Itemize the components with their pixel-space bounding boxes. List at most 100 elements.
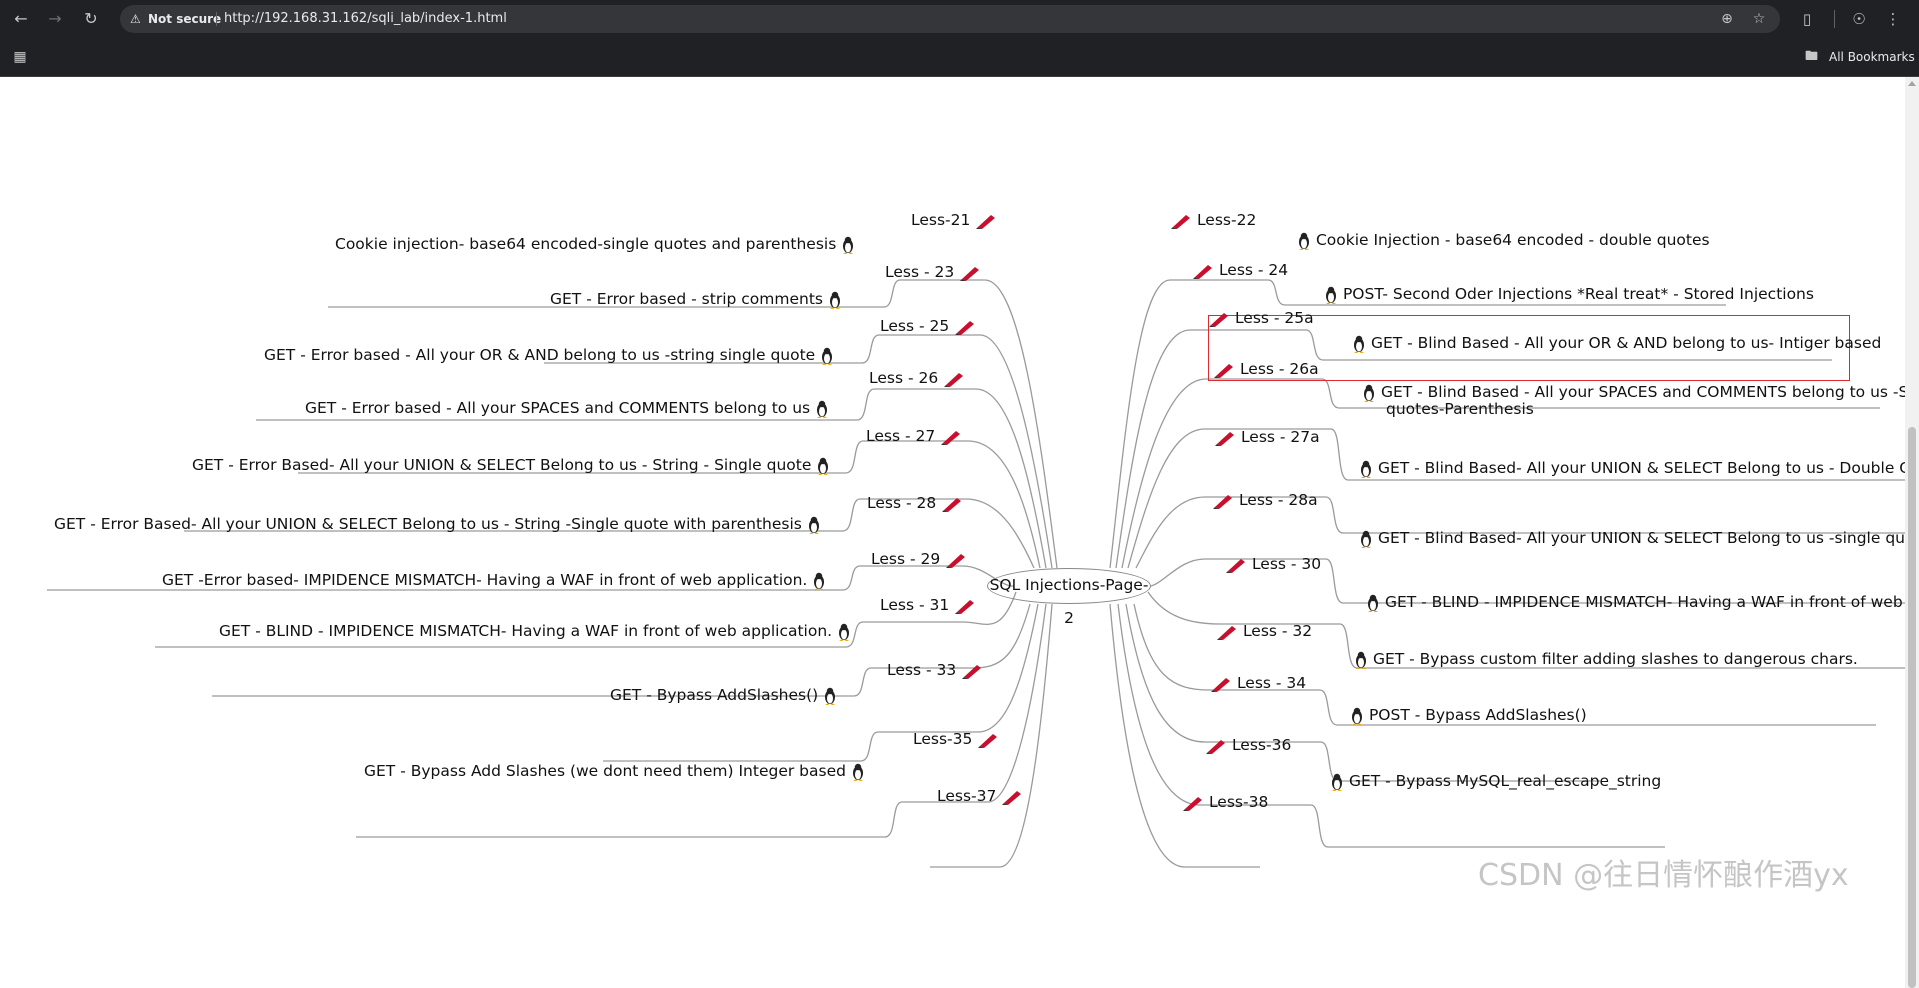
- lesson-node-less-30[interactable]: Less - 30: [1225, 554, 1321, 574]
- desc-label: GET - Blind Based - All your SPACES and …: [1380, 383, 1905, 401]
- pencil-icon: [978, 733, 998, 748]
- tux-icon: [814, 572, 825, 590]
- connector: [1320, 496, 1905, 534]
- reload-icon[interactable]: ↻: [80, 8, 102, 30]
- lesson-desc-less-29[interactable]: GET -Error based- IMPIDENCE MISMATCH- Ha…: [162, 571, 826, 590]
- address-bar[interactable]: ⚠ Not secure http://192.168.31.162/sqli_…: [120, 5, 1780, 33]
- lesson-label: Less - 32: [1242, 622, 1313, 640]
- desc-label: GET - Bypass MySQL_real_escape_string: [1348, 772, 1662, 790]
- lesson-node-less-37[interactable]: Less-37: [937, 786, 1023, 806]
- lesson-node-less-31[interactable]: Less - 31: [880, 595, 976, 615]
- lesson-node-less-23[interactable]: Less - 23: [885, 262, 981, 282]
- scrollbar-thumb[interactable]: [1908, 427, 1916, 988]
- lesson-desc-less-28a[interactable]: GET - Blind Based- All your UNION & SELE…: [1359, 529, 1905, 548]
- tux-icon: [1364, 384, 1374, 402]
- lesson-desc-less-21[interactable]: Cookie injection- base64 encoded-single …: [335, 235, 855, 254]
- lesson-node-less-36[interactable]: Less-36: [1205, 735, 1291, 755]
- pencil-icon: [944, 372, 964, 387]
- tux-icon: [843, 236, 854, 254]
- star-icon[interactable]: ☆: [1750, 10, 1768, 28]
- tux-icon: [1361, 530, 1371, 548]
- desc-label: POST - Bypass AddSlashes(): [1368, 706, 1587, 724]
- tux-icon: [1354, 335, 1364, 353]
- connector: [1305, 804, 1665, 848]
- lesson-desc-less-25[interactable]: GET - Error based - All your OR & AND be…: [264, 346, 834, 365]
- page-content: SQL Injections-Page-2 Less-21 Cookie inj…: [0, 77, 1905, 988]
- lesson-node-less-21[interactable]: Less-21: [911, 210, 997, 230]
- forward-icon[interactable]: →: [44, 8, 66, 30]
- lesson-node-less-22[interactable]: Less-22: [1170, 210, 1256, 230]
- lesson-node-less-38[interactable]: Less-38: [1182, 792, 1268, 812]
- lesson-desc-less-27[interactable]: GET - Error Based- All your UNION & SELE…: [192, 456, 830, 475]
- lesson-desc-less-26[interactable]: GET - Error based - All your SPACES and …: [305, 399, 829, 418]
- tux-icon: [808, 516, 819, 534]
- zoom-icon[interactable]: ⊕: [1718, 10, 1736, 28]
- lesson-node-less-29[interactable]: Less - 29: [871, 549, 967, 569]
- profile-icon[interactable]: ☉: [1848, 8, 1870, 30]
- lesson-desc-less-30[interactable]: GET - BLIND - IMPIDENCE MISMATCH- Having…: [1366, 593, 1905, 612]
- lesson-desc-less-27a[interactable]: GET - Blind Based- All your UNION & SELE…: [1359, 459, 1905, 478]
- lesson-label: Less - 24: [1218, 261, 1289, 279]
- lesson-label: Less - 25a: [1234, 309, 1314, 327]
- desc-label: GET -Error based- IMPIDENCE MISMATCH- Ha…: [162, 571, 808, 589]
- toolbar-divider: [1834, 10, 1835, 28]
- page-scrollbar[interactable]: [1905, 77, 1919, 988]
- lesson-desc-less-22[interactable]: Cookie Injection - base64 encoded - doub…: [1297, 231, 1710, 250]
- pencil-icon: [1183, 796, 1202, 811]
- url-text[interactable]: http://192.168.31.162/sqli_lab/index-1.h…: [224, 11, 507, 27]
- lesson-desc-less-32[interactable]: GET - Bypass custom filter adding slashe…: [1354, 650, 1858, 669]
- apps-icon[interactable]: ▦: [10, 47, 30, 67]
- lesson-desc-less-26a-line2[interactable]: quotes-Parenthesis: [1386, 400, 1534, 419]
- lesson-node-less-28a[interactable]: Less - 28a: [1212, 490, 1318, 510]
- lesson-node-less-34[interactable]: Less - 34: [1210, 673, 1306, 693]
- desc-label: POST- Second Oder Injections *Real treat…: [1342, 285, 1814, 303]
- pencil-icon: [1217, 625, 1236, 640]
- lesson-node-less-28[interactable]: Less - 28: [867, 493, 963, 513]
- pencil-icon: [960, 266, 980, 281]
- lesson-label: Less - 28a: [1238, 491, 1318, 509]
- tux-icon: [1356, 651, 1366, 669]
- lesson-node-less-24[interactable]: Less - 24: [1192, 260, 1288, 280]
- lesson-desc-less-25a[interactable]: GET - Blind Based - All your OR & AND be…: [1352, 334, 1881, 353]
- lesson-desc-less-24[interactable]: POST- Second Oder Injections *Real treat…: [1324, 285, 1814, 304]
- lesson-label: Less-37: [937, 787, 997, 805]
- lesson-desc-less-23[interactable]: GET - Error based - strip comments: [550, 290, 842, 309]
- pencil-icon: [1002, 790, 1022, 805]
- lesson-node-less-26a[interactable]: Less - 26a: [1213, 359, 1319, 379]
- lesson-label: Less - 25: [880, 317, 950, 335]
- desc-label: GET - Error Based- All your UNION & SELE…: [54, 515, 802, 533]
- mindmap-root-node[interactable]: SQL Injections-Page-2: [987, 568, 1151, 627]
- lesson-node-less-33[interactable]: Less - 33: [887, 660, 983, 680]
- desc-label: Cookie injection- base64 encoded-single …: [335, 235, 837, 253]
- lesson-node-less-35[interactable]: Less-35: [913, 729, 999, 749]
- lesson-node-less-26[interactable]: Less - 26: [869, 368, 965, 388]
- back-icon[interactable]: ←: [10, 8, 32, 30]
- watermark: CSDN @往日情怀酿作酒yx: [1478, 858, 1849, 893]
- desc-label: Cookie Injection - base64 encoded - doub…: [1315, 231, 1710, 249]
- lesson-label: Less - 27: [866, 427, 936, 445]
- pencil-icon: [955, 320, 975, 335]
- lesson-label: Less-38: [1208, 793, 1269, 811]
- lesson-desc-less-31[interactable]: GET - BLIND - IMPIDENCE MISMATCH- Having…: [219, 622, 851, 641]
- lesson-node-less-25a[interactable]: Less - 25a: [1208, 308, 1314, 328]
- desc-label: GET - Bypass Add Slashes (we dont need t…: [364, 762, 846, 780]
- lesson-desc-less-33[interactable]: GET - Bypass AddSlashes(): [610, 686, 837, 705]
- lesson-node-less-27[interactable]: Less - 27: [866, 426, 962, 446]
- all-bookmarks-button[interactable]: All Bookmarks: [1829, 48, 1915, 66]
- lesson-node-less-25[interactable]: Less - 25: [880, 316, 976, 336]
- lesson-desc-less-36[interactable]: GET - Bypass MySQL_real_escape_string: [1330, 772, 1661, 791]
- scroll-up-icon[interactable]: [1908, 81, 1916, 86]
- pencil-icon: [1215, 431, 1234, 446]
- pencil-icon: [1193, 264, 1212, 279]
- security-label[interactable]: Not secure: [148, 11, 221, 27]
- lesson-label: Less - 26: [869, 369, 939, 387]
- lesson-desc-less-35[interactable]: GET - Bypass Add Slashes (we dont need t…: [364, 762, 865, 781]
- lesson-desc-less-34[interactable]: POST - Bypass AddSlashes(): [1350, 706, 1587, 725]
- lesson-node-less-32[interactable]: Less - 32: [1216, 621, 1312, 641]
- desc-label: GET - Bypass custom filter adding slashe…: [1372, 650, 1858, 668]
- lesson-desc-less-28[interactable]: GET - Error Based- All your UNION & SELE…: [54, 515, 821, 534]
- lesson-node-less-27a[interactable]: Less - 27a: [1214, 427, 1320, 447]
- pencil-icon: [1213, 494, 1232, 509]
- extensions-icon[interactable]: ▯: [1796, 8, 1818, 30]
- menu-icon[interactable]: ⋮: [1882, 8, 1904, 30]
